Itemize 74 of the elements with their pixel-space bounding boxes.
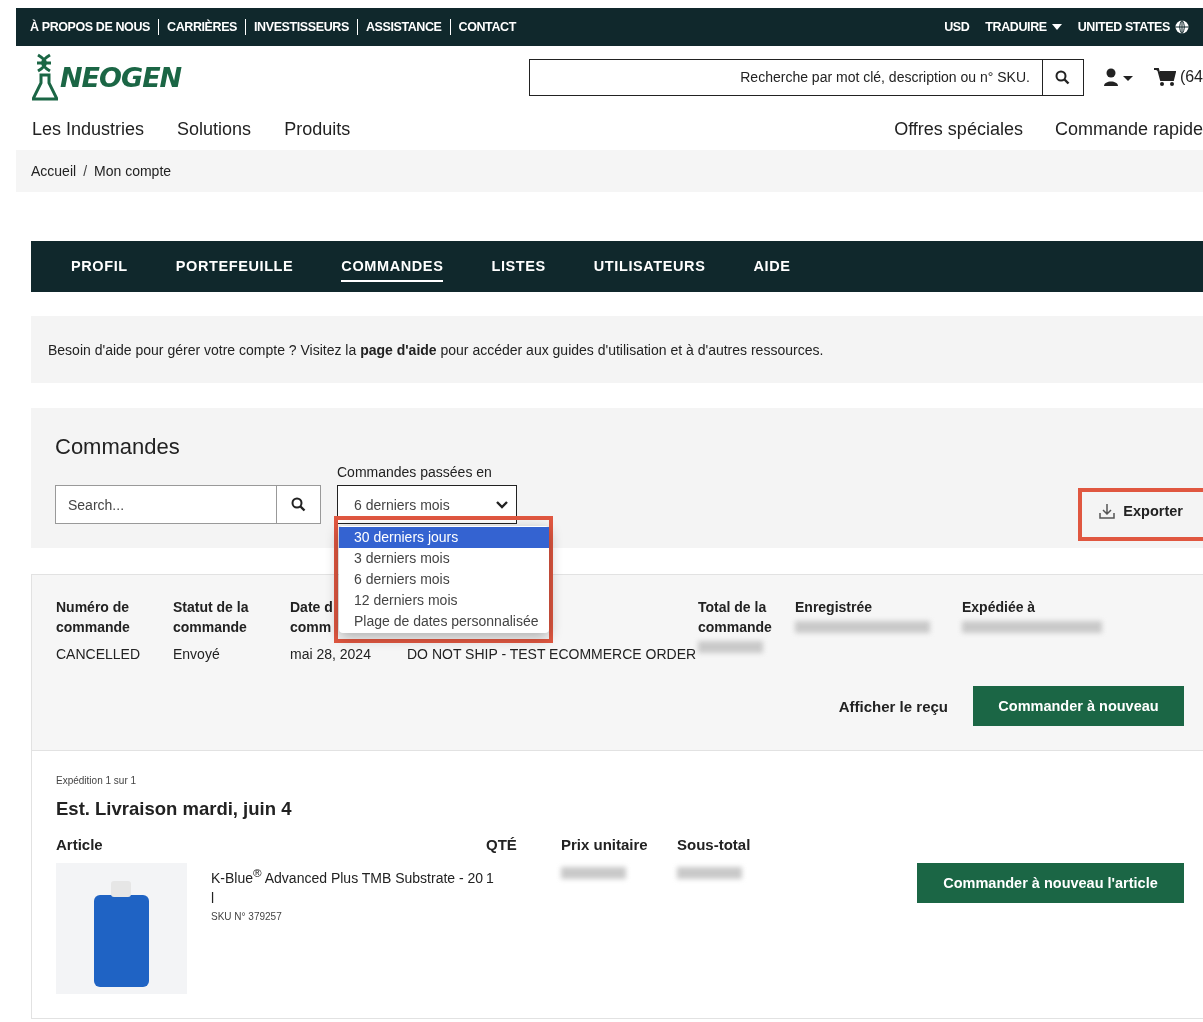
column-header: QTÉ (486, 836, 518, 853)
cart-button[interactable]: (64 (1153, 68, 1203, 86)
help-text: Besoin d'aide pour gérer votre compte ? Visitez la page d'aide pour accéder aux guides d'utilisation et à d'autres ressources. (48, 341, 824, 358)
help-page-link[interactable]: page d'aide (360, 341, 437, 358)
dropdown-option[interactable]: 6 derniers mois (339, 569, 549, 590)
dropdown-option[interactable]: 3 derniers mois (339, 548, 549, 569)
nav-link[interactable]: Commande rapide (1054, 118, 1203, 140)
search-button[interactable] (1041, 58, 1084, 96)
search-icon (1055, 69, 1071, 85)
download-icon (1098, 502, 1117, 520)
caret-icon (1051, 24, 1062, 30)
top-link[interactable]: INVESTISSEURS (254, 20, 349, 34)
account-tab[interactable]: UTILISATEURS (593, 251, 706, 282)
region-menu[interactable]: UNITED STATES (1077, 20, 1189, 34)
account-tab[interactable]: LISTES (491, 251, 546, 282)
currency[interactable]: USD (944, 20, 970, 34)
globe-icon (1175, 20, 1189, 34)
cart-icon (1153, 68, 1176, 86)
search-button[interactable] (276, 485, 321, 524)
account-tab[interactable]: PROFIL (71, 251, 128, 282)
order-search-field[interactable]: Search... (55, 485, 276, 524)
account-tab[interactable]: AIDE (753, 251, 791, 282)
top-link[interactable]: CARRIÈRES (167, 20, 238, 34)
search-field[interactable]: Recherche par mot clé, description ou n° SKU. (528, 58, 1042, 96)
order-status: Envoyé (173, 645, 221, 664)
order-name: DO NOT SHIP - TEST ECOMMERCE ORDER (407, 645, 698, 664)
orders-title: Commandes (55, 434, 181, 460)
top-link[interactable]: ASSISTANCE (365, 20, 442, 34)
nav-link[interactable]: Les Industries (32, 118, 145, 140)
column-header: Enregistrée (795, 598, 874, 617)
column-header: Total de la commande (698, 598, 773, 637)
top-link[interactable]: CONTACT (458, 20, 516, 34)
account-tab[interactable]: PORTEFEUILLE (175, 251, 294, 282)
order-date: mai 28, 2024 (290, 645, 372, 664)
breadcrumb-separator: / (83, 163, 88, 179)
shipment-counter: Expédition 1 sur 1 (56, 775, 138, 786)
reorder-item-button[interactable]: Commander à nouveau l'article (917, 863, 1184, 903)
column-header: Numéro de commande (56, 598, 131, 637)
column-header: Statut de la commande (173, 598, 250, 637)
breadcrumb-link[interactable]: Mon compte (94, 163, 172, 179)
view-receipt-link[interactable]: Afficher le reçu (838, 697, 948, 715)
column-header: Date d comm (290, 598, 334, 637)
column-header: Expédiée à (962, 598, 1037, 617)
search-icon (291, 497, 306, 512)
column-header: Article (56, 836, 104, 853)
column-header: Prix unitaire (561, 836, 649, 853)
product-name: K-Blue$^{®}$ Advanced Plus TMB Substrate - 20 l (211, 865, 485, 908)
dropdown-option[interactable]: 30 derniers jours (339, 527, 549, 548)
nav-link[interactable]: Produits (284, 118, 351, 140)
blurred-value (677, 867, 742, 879)
account-menu[interactable] (1103, 68, 1134, 86)
product-sku: SKU N° 379257 (211, 910, 283, 922)
chevron-icon (496, 500, 508, 509)
translate-menu[interactable]: TRADUIRE (985, 20, 1062, 34)
quantity: 1 (486, 870, 495, 886)
delivery-title: Est. Livraison mardi, juin 4 (56, 798, 293, 820)
logo[interactable]: NEOGEN (32, 53, 182, 101)
breadcrumb-link[interactable]: Accueil (31, 163, 77, 179)
nav-link[interactable]: Offres spéciales (894, 118, 1023, 140)
filter-label: Commandes passées en (337, 464, 493, 480)
export-button[interactable]: Exporter (1092, 501, 1189, 521)
reorder-button[interactable]: Commander à nouveau (973, 686, 1184, 726)
top-link[interactable]: À PROPOS DE NOUS (30, 20, 150, 34)
blurred-value (561, 867, 626, 879)
dropdown-option[interactable]: 12 derniers mois (339, 590, 549, 611)
order-number: CANCELLED (56, 645, 142, 664)
logo-icon (32, 53, 58, 101)
period-select[interactable]: 6 derniers mois (337, 485, 517, 524)
blurred-value (698, 641, 763, 653)
user-icon (1103, 68, 1134, 86)
account-tab[interactable]: COMMANDES (341, 251, 444, 282)
column-header: Sous-total (677, 836, 752, 853)
dropdown-option[interactable]: Plage de dates personnalisée (339, 611, 549, 632)
nav-link[interactable]: Solutions (177, 118, 252, 140)
